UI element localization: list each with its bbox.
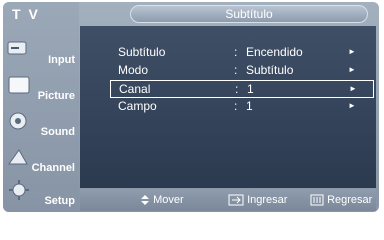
row-separator: :	[234, 99, 238, 113]
row-label: Canal	[119, 82, 151, 96]
chevron-right-icon: ►	[348, 101, 356, 110]
picture-icon	[8, 76, 30, 94]
submenu-panel: Subtítulo : Encendido ► Modo : Subtítulo…	[80, 26, 376, 188]
sidebar-item-label: Channel	[31, 162, 75, 174]
return-hint: Regresar	[310, 194, 372, 206]
menu-row-modo[interactable]: Modo : Subtítulo ►	[110, 62, 372, 78]
chevron-right-icon: ►	[348, 65, 356, 74]
page-title-text: Subtítulo	[225, 7, 273, 21]
row-label: Campo	[118, 99, 157, 113]
return-label: Regresar	[327, 194, 373, 206]
enter-label: Ingresar	[247, 194, 288, 206]
row-separator: :	[234, 45, 238, 59]
input-icon	[7, 41, 27, 55]
row-value: Encendido	[246, 45, 303, 59]
menu-row-canal[interactable]: Canal : 1 ►	[110, 80, 374, 98]
row-separator: :	[234, 63, 238, 77]
up-down-arrows-icon	[141, 195, 149, 206]
row-value: Subtítulo	[246, 63, 294, 77]
channel-icon	[8, 149, 28, 165]
sidebar-item-sound[interactable]: Sound	[3, 106, 79, 142]
row-value: 1	[246, 99, 253, 113]
row-label: Subtítulo	[118, 45, 166, 59]
menu-row-campo[interactable]: Campo : 1 ►	[110, 98, 372, 114]
tv-osd-screen: T V Input Picture Sound Channel Setup Su…	[0, 0, 384, 215]
menu-row-subtitulo[interactable]: Subtítulo : Encendido ►	[110, 44, 372, 60]
row-separator: :	[235, 82, 239, 96]
page-title: Subtítulo	[130, 5, 368, 23]
return-icon	[310, 194, 324, 206]
row-value: 1	[247, 82, 254, 96]
row-label: Modo	[118, 63, 149, 77]
sidebar-item-picture[interactable]: Picture	[3, 70, 79, 106]
footer-bar: Mover Ingresar Regresar	[80, 189, 376, 211]
setup-icon	[9, 180, 29, 200]
sidebar-item-setup[interactable]: Setup	[3, 175, 79, 211]
sidebar-item-channel[interactable]: Channel	[3, 142, 79, 178]
chevron-right-icon: ►	[348, 47, 356, 56]
enter-icon	[228, 194, 244, 206]
move-hint: Mover	[140, 194, 184, 206]
enter-hint: Ingresar	[228, 194, 287, 206]
sidebar-item-label: Setup	[44, 195, 75, 207]
sidebar-item-label: Input	[48, 54, 75, 66]
sound-icon	[9, 112, 27, 130]
move-label: Mover	[153, 194, 184, 206]
sidebar-item-input[interactable]: Input	[3, 34, 79, 70]
app-title: T V	[12, 6, 40, 22]
sidebar-item-label: Picture	[37, 90, 75, 102]
chevron-right-icon: ►	[349, 84, 357, 93]
sidebar-item-label: Sound	[40, 126, 75, 138]
